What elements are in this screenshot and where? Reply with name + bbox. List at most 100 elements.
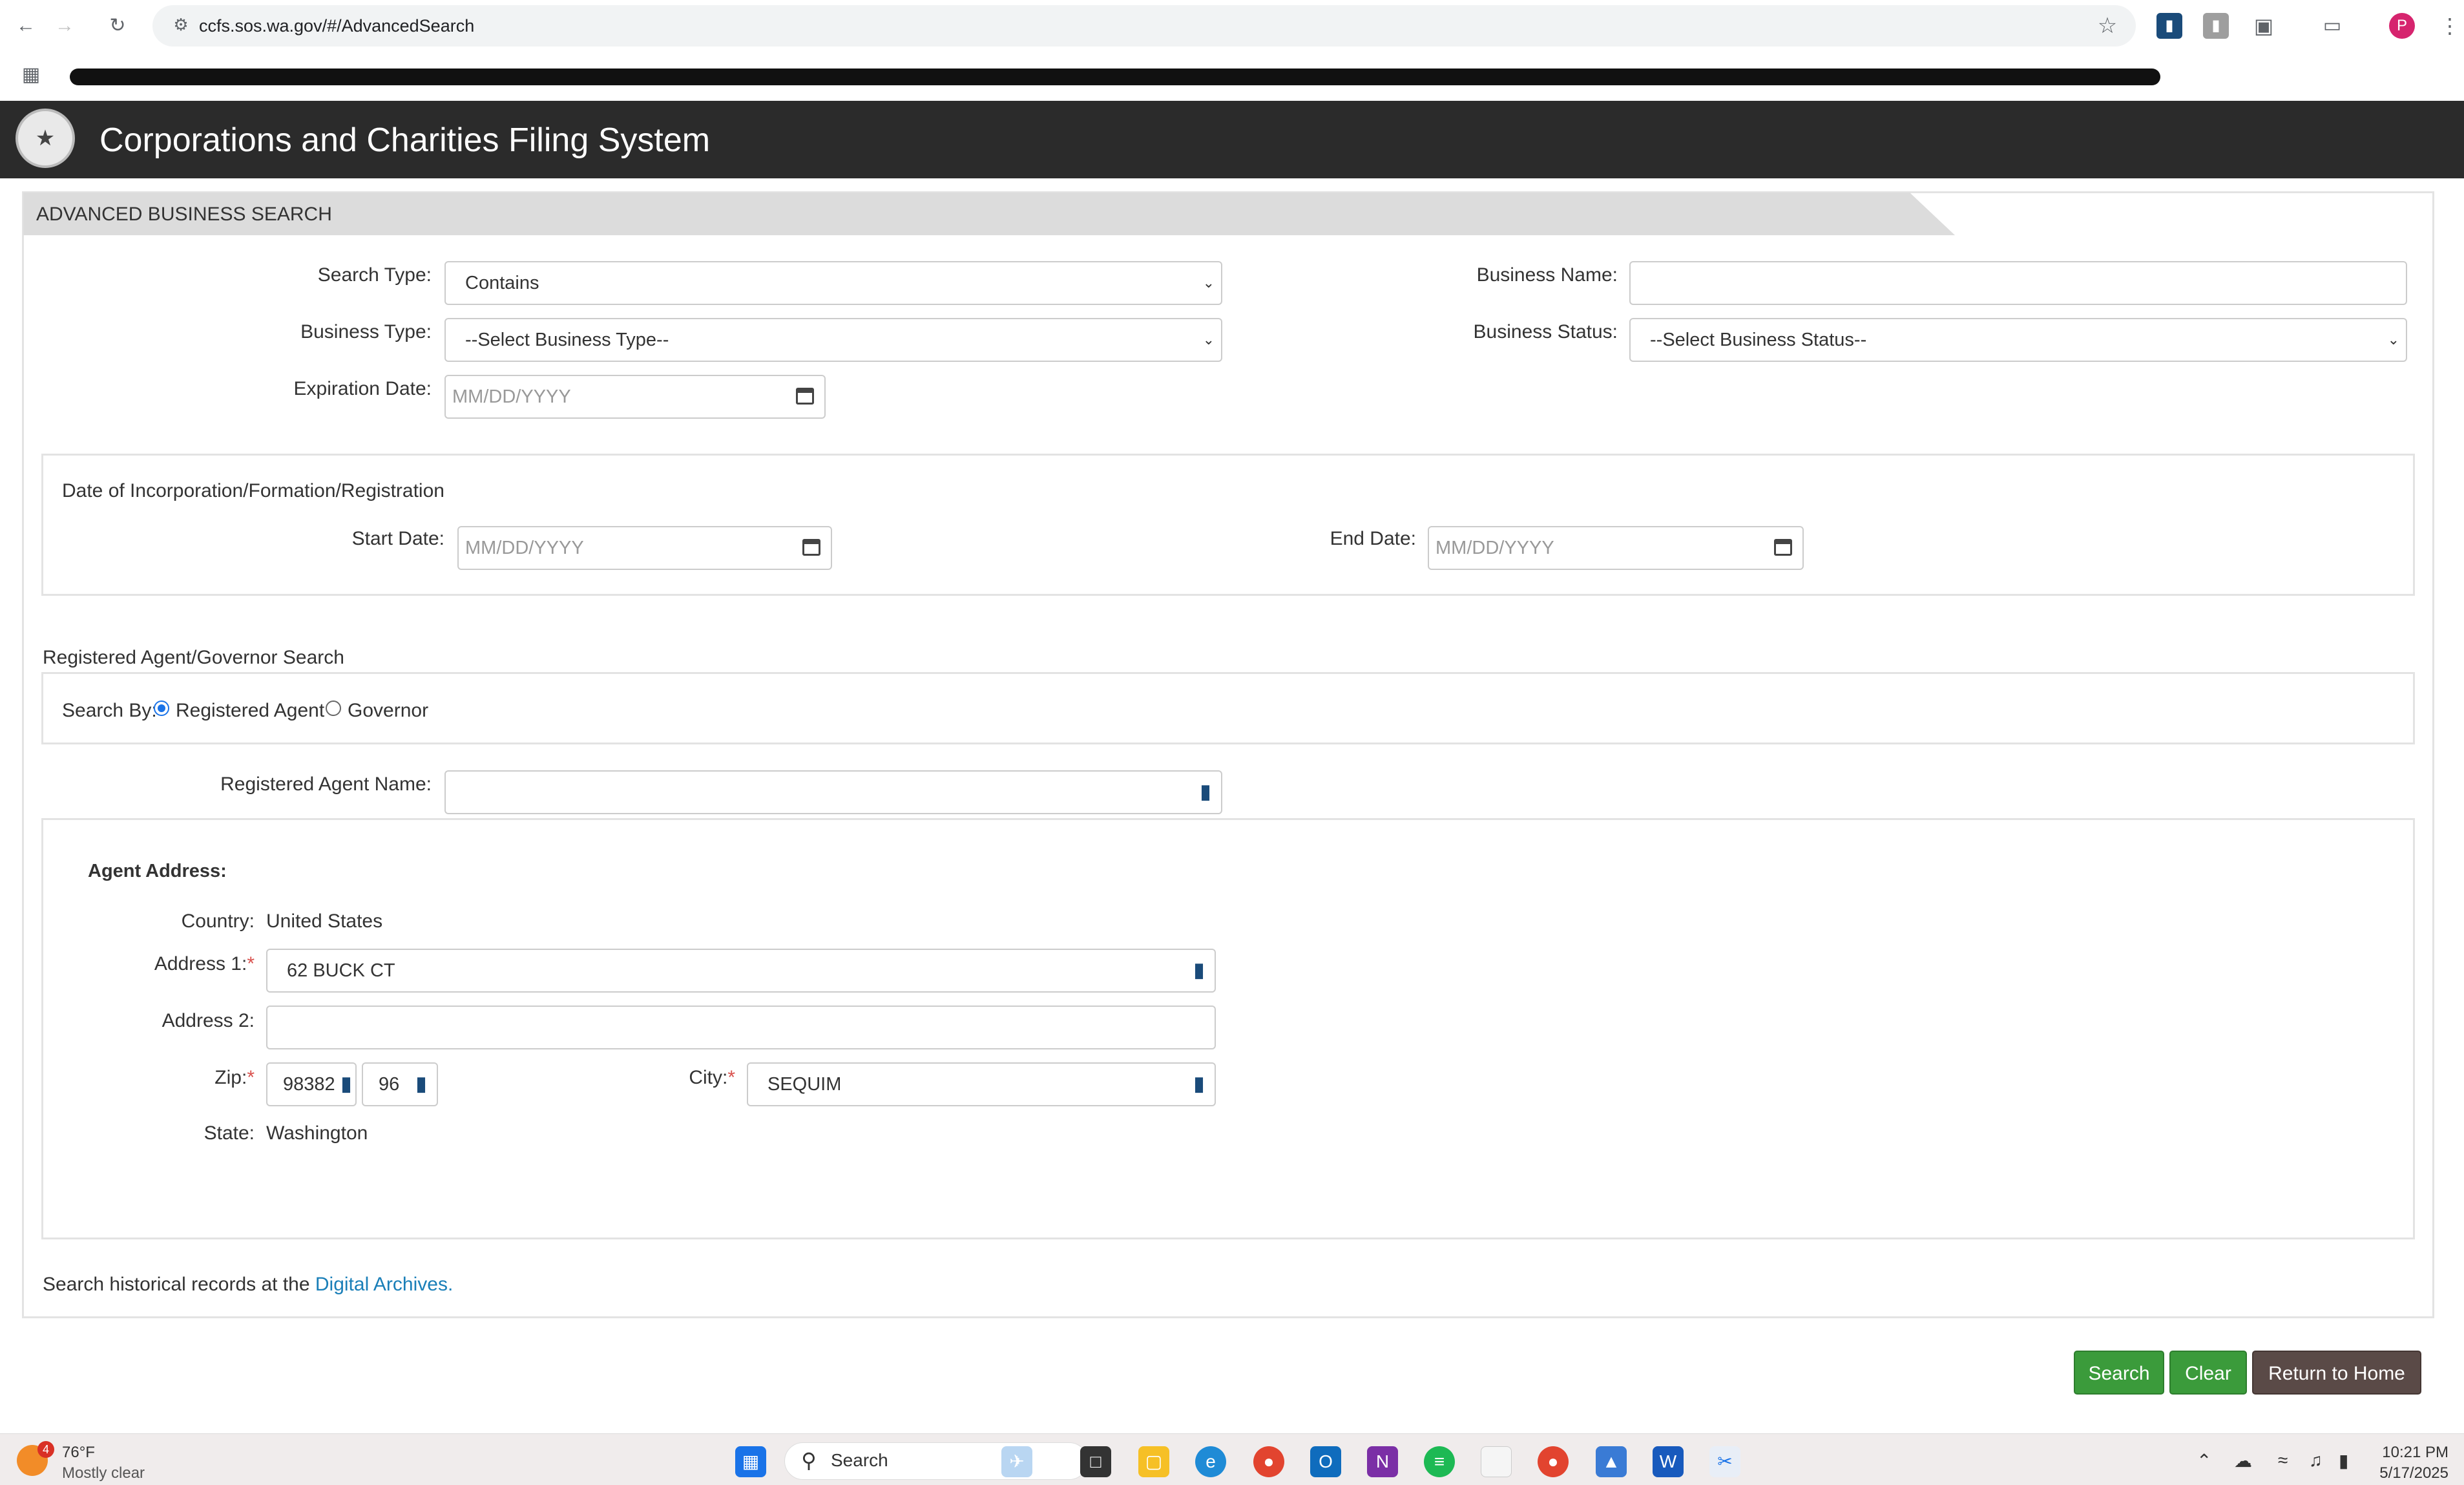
url-text[interactable]: ccfs.sos.wa.gov/#/AdvancedSearch [199,5,474,47]
address1-label: Address 1:* [129,950,255,978]
agent-search-title: Registered Agent/Governor Search [43,647,344,668]
word-icon[interactable]: W [1653,1446,1684,1477]
extension-icon[interactable]: ▮ [2203,13,2229,39]
city-value: SEQUIM [767,1074,842,1095]
agent-name-input[interactable]: ▮ [444,770,1222,814]
zip-extension-input[interactable]: 96 ▮ [362,1062,438,1106]
edge-browser-icon[interactable]: e [1195,1446,1226,1477]
country-value: United States [266,911,383,932]
search-type-value: Contains [465,273,539,293]
windows-taskbar [0,1433,2464,1485]
photos-icon[interactable]: ▲ [1596,1446,1627,1477]
autofill-icon[interactable]: ▮ [340,1073,353,1096]
registered-agent-radio[interactable] [154,700,169,716]
required-mark: * [247,1067,255,1088]
site-title: Corporations and Charities Filing System [99,121,711,159]
incorporation-section-title: Date of Incorporation/Formation/Registra… [62,480,444,501]
file-explorer-icon[interactable]: ▢ [1138,1446,1169,1477]
reload-icon[interactable]: ↻ [103,12,132,40]
search-button[interactable]: Search [2074,1351,2164,1395]
business-name-input[interactable] [1629,261,2407,305]
country-label: Country: [181,911,255,932]
start-date-input[interactable]: MM/DD/YYYY [457,526,832,570]
end-date-placeholder: MM/DD/YYYY [1436,538,1554,558]
taskbar-search-box[interactable] [784,1442,1088,1480]
business-name-label: Business Name: [1476,264,1618,286]
extensions-puzzle-icon[interactable]: ▣ [2251,13,2277,39]
search-by-label: Search By: [62,700,157,721]
business-type-select[interactable]: --Select Business Type-- ⌄ [444,318,1222,362]
bookmark-star-icon[interactable]: ☆ [2093,12,2122,40]
address2-input[interactable] [266,1006,1216,1049]
required-mark: * [247,953,255,974]
browser-menu-icon[interactable]: ⋮ [2437,13,2463,39]
spotify-icon[interactable]: ≡ [1424,1446,1455,1477]
snipping-tool-icon[interactable]: ✂ [1709,1446,1740,1477]
chrome-profile-icon[interactable]: ● [1538,1446,1569,1477]
business-status-value: --Select Business Status-- [1650,330,1867,350]
address1-value: 62 BUCK CT [287,960,395,981]
end-date-label: End Date: [1330,528,1416,549]
calendar-icon[interactable] [1774,539,1792,556]
outlook-icon[interactable]: O [1310,1446,1341,1477]
profile-avatar[interactable]: P [2389,13,2415,39]
volume-icon[interactable]: ♫ [2309,1450,2323,1471]
business-status-select[interactable]: --Select Business Status-- ⌄ [1629,318,2407,362]
back-arrow-icon[interactable]: ← [12,12,40,40]
forward-arrow-icon[interactable]: → [50,12,79,40]
search-type-label: Search Type: [317,264,432,286]
expiration-date-placeholder: MM/DD/YYYY [452,386,571,407]
digital-archives-link[interactable]: Digital Archives. [315,1274,453,1295]
task-view-icon[interactable]: □ [1080,1446,1111,1477]
notepad-icon[interactable] [1481,1446,1512,1477]
autofill-icon[interactable]: ▮ [1190,959,1208,982]
chrome-icon[interactable]: ● [1253,1446,1284,1477]
search-icon: ⚲ [801,1449,817,1472]
zip-label-text: Zip: [214,1067,247,1088]
wifi-icon[interactable]: ≈ [2278,1450,2288,1471]
chevron-down-icon: ⌄ [1202,332,1215,348]
clear-button[interactable]: Clear [2169,1351,2247,1395]
address2-label: Address 2: [162,1010,255,1031]
historical-records-text: Search historical records at the [43,1274,315,1295]
battery-icon[interactable]: ▮ [2339,1450,2348,1471]
extension-icon[interactable]: ▮ [2156,13,2182,39]
search-type-select[interactable]: Contains ⌄ [444,261,1222,305]
weather-condition[interactable]: Mostly clear [62,1464,145,1482]
address1-label-text: Address 1: [154,953,247,974]
business-status-label: Business Status: [1473,321,1618,342]
agent-name-label: Registered Agent Name: [220,774,432,795]
redacted-bookmarks [70,68,2160,85]
panel-heading: ADVANCED BUSINESS SEARCH [36,204,332,225]
autofill-icon[interactable]: ▮ [1190,1073,1208,1096]
zip-input[interactable]: 98382 ▮ [266,1062,357,1106]
weather-badge: 4 [37,1441,54,1458]
autofill-icon[interactable]: ▮ [1196,781,1215,804]
return-home-button[interactable]: Return to Home [2252,1351,2421,1395]
tray-overflow-icon[interactable]: ⌃ [2197,1450,2211,1471]
agent-address-title: Agent Address: [88,861,227,881]
city-input[interactable]: SEQUIM ▮ [747,1062,1216,1106]
onenote-icon[interactable]: N [1367,1446,1398,1477]
taskbar-time[interactable]: 10:21 PM [2377,1444,2448,1462]
calendar-icon[interactable] [802,539,820,556]
historical-records-note: Search historical records at the Digital… [43,1270,453,1299]
calendar-icon[interactable] [796,388,814,405]
registered-agent-option-label[interactable]: Registered Agent [176,697,324,725]
weather-temperature[interactable]: 76°F [62,1444,95,1462]
tab-search-icon[interactable]: ▭ [2319,13,2345,39]
apps-grid-icon[interactable]: ▦ [18,62,44,88]
autofill-icon[interactable]: ▮ [415,1073,428,1096]
taskbar-date[interactable]: 5/17/2025 [2377,1464,2448,1482]
governor-option-label[interactable]: Governor [348,697,428,725]
windows-start-icon[interactable]: ▦ [735,1446,766,1477]
governor-radio[interactable] [326,700,341,716]
onedrive-icon[interactable]: ☁ [2234,1450,2252,1471]
end-date-input[interactable]: MM/DD/YYYY [1428,526,1804,570]
address1-input[interactable]: 62 BUCK CT ▮ [266,949,1216,993]
required-mark: * [727,1067,735,1088]
chevron-down-icon: ⌄ [1202,275,1215,291]
site-info-icon[interactable]: ⚙ [169,13,193,36]
expiration-date-input[interactable]: MM/DD/YYYY [444,375,826,419]
search-highlight-icon: ✈ [1001,1446,1032,1477]
